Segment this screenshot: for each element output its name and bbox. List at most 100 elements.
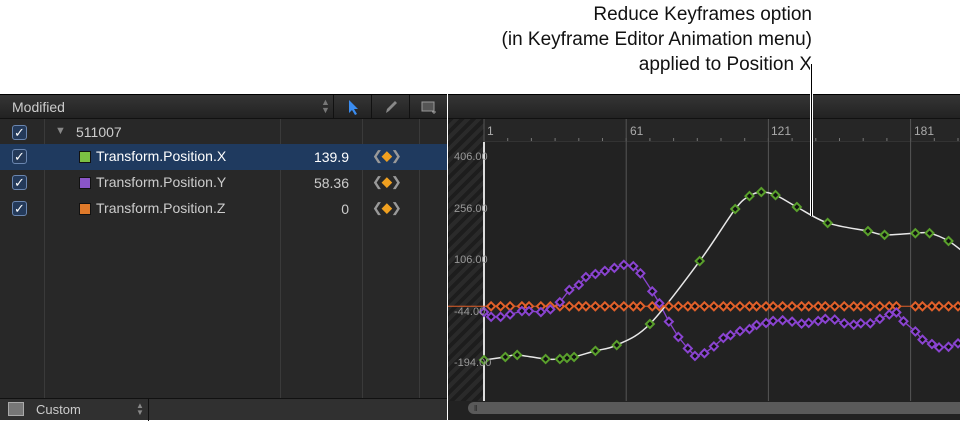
position-x-keyframe[interactable] bbox=[791, 201, 803, 213]
position-z-keyframe[interactable] bbox=[819, 300, 831, 312]
position-y-keyframe[interactable] bbox=[646, 285, 658, 297]
position-x-keyframe[interactable] bbox=[568, 351, 580, 363]
position-z-keyframe[interactable] bbox=[608, 300, 620, 312]
position-z-keyframe[interactable] bbox=[698, 300, 710, 312]
group-row[interactable]: ✓ ▼ 511007 bbox=[0, 120, 447, 146]
position-y-keyframe[interactable] bbox=[744, 323, 755, 335]
position-x-keyframe[interactable] bbox=[924, 227, 935, 239]
position-z-keyframe[interactable] bbox=[855, 300, 867, 312]
position-y-keyframe[interactable] bbox=[829, 314, 841, 325]
position-z-keyframe[interactable] bbox=[580, 300, 592, 312]
position-y-keyframe[interactable] bbox=[599, 265, 611, 277]
position-z-keyframe[interactable] bbox=[786, 300, 798, 312]
position-z-keyframe[interactable] bbox=[599, 300, 611, 312]
position-x-keyframe[interactable] bbox=[822, 217, 834, 229]
position-z-keyframe[interactable] bbox=[874, 300, 886, 312]
keyframe-nav-icon[interactable]: ❮◆❯ bbox=[372, 200, 402, 216]
position-y-keyframe[interactable] bbox=[589, 268, 601, 280]
position-z-keyframe[interactable] bbox=[777, 300, 789, 312]
position-z-keyframe[interactable] bbox=[485, 300, 497, 312]
position-y-keyframe[interactable] bbox=[864, 317, 876, 329]
position-z-keyframe[interactable] bbox=[708, 300, 720, 312]
param-value[interactable]: 139.9 bbox=[314, 149, 349, 165]
position-y-keyframe[interactable] bbox=[943, 341, 954, 353]
popup-arrows-icon[interactable]: ▲ ▼ bbox=[136, 402, 144, 417]
position-z-keyframe[interactable] bbox=[803, 300, 815, 312]
filter-popup[interactable]: Modified bbox=[12, 99, 65, 115]
position-y-keyframe[interactable] bbox=[838, 317, 850, 329]
position-y-keyframe[interactable] bbox=[504, 309, 516, 320]
position-x-keyframe[interactable] bbox=[589, 345, 601, 357]
position-z-keyframe[interactable] bbox=[917, 300, 928, 312]
position-x-keyframe[interactable] bbox=[744, 190, 755, 202]
enable-checkbox[interactable]: ✓ bbox=[12, 175, 27, 190]
position-x-keyframe[interactable] bbox=[611, 339, 623, 351]
position-y-keyframe[interactable] bbox=[734, 325, 746, 337]
value-label: -194.00 bbox=[454, 357, 492, 369]
position-x-keyframe[interactable] bbox=[511, 349, 523, 361]
group-name: 511007 bbox=[76, 124, 122, 140]
position-z-keyframe[interactable] bbox=[933, 300, 945, 312]
position-z-keyframe[interactable] bbox=[943, 300, 954, 312]
arrow-select-icon[interactable] bbox=[333, 95, 371, 119]
disclosure-triangle-icon[interactable]: ▼ bbox=[55, 125, 66, 137]
keyframe-nav-icon[interactable]: ❮◆❯ bbox=[372, 174, 402, 190]
position-y-keyframe[interactable] bbox=[535, 306, 547, 318]
position-z-keyframe[interactable] bbox=[952, 300, 960, 312]
preset-popup[interactable]: Custom bbox=[36, 402, 81, 417]
popup-arrows-icon[interactable]: ▲ ▼ bbox=[321, 98, 330, 115]
horizontal-scrollbar[interactable]: ǁ bbox=[468, 402, 960, 414]
position-x-keyframe[interactable] bbox=[862, 225, 874, 237]
param-row-position-z[interactable]: ✓ Transform.Position.Z 0 ❮◆❯ bbox=[0, 196, 447, 222]
position-y-keyframe[interactable] bbox=[608, 262, 620, 274]
position-x-keyframe[interactable] bbox=[909, 227, 921, 239]
param-value[interactable]: 58.36 bbox=[314, 175, 349, 191]
position-y-keyframe[interactable] bbox=[663, 316, 675, 328]
position-z-keyframe[interactable] bbox=[751, 300, 762, 312]
position-z-keyframe[interactable] bbox=[663, 300, 675, 312]
position-y-keyframe[interactable] bbox=[786, 316, 798, 328]
position-z-keyframe[interactable] bbox=[689, 300, 701, 312]
position-z-keyframe[interactable] bbox=[838, 300, 850, 312]
box-select-icon[interactable] bbox=[409, 95, 447, 119]
param-value[interactable]: 0 bbox=[341, 201, 349, 217]
position-y-keyframe[interactable] bbox=[751, 319, 762, 331]
position-y-keyframe[interactable] bbox=[495, 311, 507, 323]
position-z-keyframe[interactable] bbox=[635, 300, 646, 312]
param-row-position-x[interactable]: ✓ Transform.Position.X 139.9 ❮◆❯ bbox=[0, 144, 447, 170]
position-z-keyframe[interactable] bbox=[767, 300, 779, 312]
keyframe-nav-icon[interactable]: ❮◆❯ bbox=[372, 148, 402, 164]
position-z-keyframe[interactable] bbox=[672, 300, 684, 312]
position-x-keyframe[interactable] bbox=[770, 189, 781, 201]
pencil-icon[interactable] bbox=[371, 95, 409, 119]
ruler-label: 121 bbox=[771, 124, 792, 138]
annotation-line: applied to Position X bbox=[638, 54, 812, 75]
position-x-keyframe[interactable] bbox=[879, 229, 890, 241]
ruler-label: 61 bbox=[630, 124, 644, 138]
position-y-keyframe[interactable] bbox=[777, 314, 789, 326]
param-row-position-y[interactable]: ✓ Transform.Position.Y 58.36 ❮◆❯ bbox=[0, 170, 447, 196]
position-y-keyframe[interactable] bbox=[848, 319, 860, 331]
position-y-keyframe[interactable] bbox=[874, 313, 886, 325]
position-z-keyframe[interactable] bbox=[589, 300, 601, 312]
enable-checkbox[interactable]: ✓ bbox=[12, 125, 27, 140]
position-z-keyframe[interactable] bbox=[829, 300, 841, 312]
preset-icon bbox=[8, 402, 24, 416]
keyframe-graph[interactable] bbox=[448, 95, 960, 401]
position-x-keyframe[interactable] bbox=[943, 235, 954, 247]
position-z-keyframe[interactable] bbox=[495, 300, 507, 312]
position-x-keyframe[interactable] bbox=[540, 353, 552, 365]
enable-checkbox[interactable]: ✓ bbox=[12, 149, 27, 164]
position-y-keyframe[interactable] bbox=[485, 311, 497, 323]
position-x-keyframe[interactable] bbox=[755, 186, 767, 198]
position-y-keyframe[interactable] bbox=[855, 317, 867, 329]
position-z-keyframe[interactable] bbox=[725, 300, 736, 312]
position-y-keyframe[interactable] bbox=[803, 317, 815, 329]
position-y-keyframe[interactable] bbox=[952, 337, 960, 349]
position-z-keyframe[interactable] bbox=[563, 300, 575, 312]
scroll-thumb-grip-icon[interactable]: ǁ bbox=[474, 404, 477, 413]
position-x-keyframe[interactable] bbox=[499, 351, 511, 363]
position-z-keyframe[interactable] bbox=[734, 300, 746, 312]
position-z-keyframe[interactable] bbox=[864, 300, 876, 312]
enable-checkbox[interactable]: ✓ bbox=[12, 201, 27, 216]
